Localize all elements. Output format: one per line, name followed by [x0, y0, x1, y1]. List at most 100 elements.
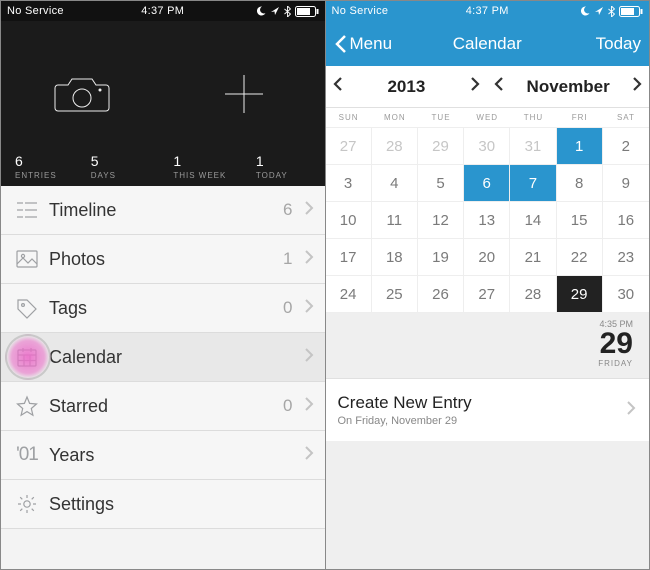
calendar-day[interactable]: 5 — [418, 165, 464, 202]
stat-today: 1TODAY — [242, 153, 325, 180]
calendar-day[interactable]: 1 — [557, 128, 603, 165]
weekday-label: SUN — [326, 108, 372, 127]
calendar-day[interactable]: 23 — [603, 239, 649, 276]
next-year-button[interactable] — [469, 76, 481, 97]
stat-number: 5 — [91, 153, 160, 169]
back-button[interactable]: Menu — [334, 34, 393, 54]
camera-button[interactable] — [1, 39, 163, 149]
calendar-day[interactable]: 10 — [326, 202, 372, 239]
prev-month-button[interactable] — [493, 76, 505, 97]
location-icon — [270, 6, 280, 16]
calendar-icon — [13, 345, 41, 369]
carrier-text: No Service — [332, 5, 389, 17]
weekday-header: SUNMONTUEWEDTHUFRISAT — [326, 108, 650, 128]
starred-icon — [13, 394, 41, 418]
calendar-day[interactable]: 29 — [557, 276, 603, 313]
menu-item-tags[interactable]: Tags0 — [1, 284, 325, 333]
calendar-grid: 2728293031123456789101112131415161718192… — [326, 128, 650, 313]
calendar-day[interactable]: 20 — [464, 239, 510, 276]
status-bar: No Service 4:37 PM — [1, 1, 325, 21]
calendar-day[interactable]: 30 — [464, 128, 510, 165]
bluetooth-icon — [284, 6, 291, 17]
calendar-day[interactable]: 9 — [603, 165, 649, 202]
settings-icon — [13, 492, 41, 516]
calendar-day[interactable]: 11 — [372, 202, 418, 239]
calendar-day[interactable]: 6 — [464, 165, 510, 202]
calendar-day[interactable]: 29 — [418, 128, 464, 165]
calendar-day[interactable]: 16 — [603, 202, 649, 239]
calendar-day[interactable]: 27 — [326, 128, 372, 165]
calendar-day[interactable]: 31 — [510, 128, 556, 165]
calendar-day[interactable]: 12 — [418, 202, 464, 239]
menu-label: Starred — [41, 396, 283, 417]
calendar-day[interactable]: 24 — [326, 276, 372, 313]
new-entry-button[interactable] — [163, 39, 325, 149]
menu-label: Years — [41, 445, 303, 466]
menu-item-settings[interactable]: Settings — [1, 480, 325, 529]
years-icon: '01 — [13, 443, 41, 467]
battery-icon — [619, 6, 643, 17]
menu-item-starred[interactable]: Starred0 — [1, 382, 325, 431]
chevron-right-icon — [303, 298, 315, 319]
calendar-day[interactable]: 19 — [418, 239, 464, 276]
calendar-day[interactable]: 15 — [557, 202, 603, 239]
weekday-label: WED — [464, 108, 510, 127]
current-date-display: 4:35 PM 29 FRIDAY — [326, 313, 650, 379]
date-selector-row: 2013 November — [326, 66, 650, 108]
calendar-day[interactable]: 26 — [418, 276, 464, 313]
dnd-icon — [256, 6, 266, 16]
nav-bar: Menu Calendar Today — [326, 21, 650, 66]
stat-entries: 6 ENTRIES — [1, 153, 77, 180]
stat-number: 6 — [15, 153, 77, 169]
calendar-day[interactable]: 25 — [372, 276, 418, 313]
prev-year-button[interactable] — [332, 76, 344, 97]
calendar-day[interactable]: 8 — [557, 165, 603, 202]
current-time: 4:35 PM — [326, 319, 634, 329]
calendar-day[interactable]: 22 — [557, 239, 603, 276]
menu-item-years[interactable]: '01Years — [1, 431, 325, 480]
calendar-day[interactable]: 30 — [603, 276, 649, 313]
create-entry-button[interactable]: Create New Entry On Friday, November 29 — [326, 379, 650, 441]
calendar-day[interactable]: 14 — [510, 202, 556, 239]
today-button[interactable]: Today — [596, 34, 641, 54]
menu-label: Photos — [41, 249, 283, 270]
menu-label: Calendar — [41, 347, 303, 368]
calendar-day[interactable]: 3 — [326, 165, 372, 202]
battery-icon — [295, 6, 319, 17]
years-icon: '01 — [16, 444, 38, 466]
stat-label: ENTRIES — [15, 171, 77, 180]
back-label: Menu — [350, 34, 393, 54]
calendar-day[interactable]: 17 — [326, 239, 372, 276]
calendar-day[interactable]: 4 — [372, 165, 418, 202]
calendar-day[interactable]: 28 — [372, 128, 418, 165]
menu-item-calendar[interactable]: Calendar — [1, 333, 325, 382]
calendar-day[interactable]: 7 — [510, 165, 556, 202]
weekday-label: FRI — [557, 108, 603, 127]
menu-item-timeline[interactable]: Timeline6 — [1, 186, 325, 235]
calendar-screen: No Service 4:37 PM Menu Calendar Today — [325, 1, 650, 569]
status-bar: No Service 4:37 PM — [326, 1, 650, 21]
month-label: November — [527, 77, 610, 97]
stat-label: TODAY — [256, 171, 325, 180]
location-icon — [594, 6, 604, 16]
menu-screen: No Service 4:37 PM — [1, 1, 325, 569]
chevron-right-icon — [303, 200, 315, 221]
menu-count: 0 — [283, 396, 292, 416]
calendar-day[interactable]: 21 — [510, 239, 556, 276]
menu-item-photos[interactable]: Photos1 — [1, 235, 325, 284]
calendar-day[interactable]: 27 — [464, 276, 510, 313]
chevron-left-icon — [493, 76, 505, 92]
next-month-button[interactable] — [631, 76, 643, 97]
calendar-day[interactable]: 28 — [510, 276, 556, 313]
carrier-text: No Service — [7, 5, 64, 17]
weekday-label: TUE — [418, 108, 464, 127]
calendar-day[interactable]: 13 — [464, 202, 510, 239]
chevron-right-icon — [469, 76, 481, 92]
menu-list: Timeline6Photos1Tags0CalendarStarred0'01… — [1, 186, 325, 569]
chevron-right-icon — [631, 76, 643, 92]
create-entry-title: Create New Entry — [338, 393, 472, 413]
calendar-day[interactable]: 18 — [372, 239, 418, 276]
today-label: Today — [596, 34, 641, 54]
menu-count: 6 — [283, 200, 292, 220]
calendar-day[interactable]: 2 — [603, 128, 649, 165]
